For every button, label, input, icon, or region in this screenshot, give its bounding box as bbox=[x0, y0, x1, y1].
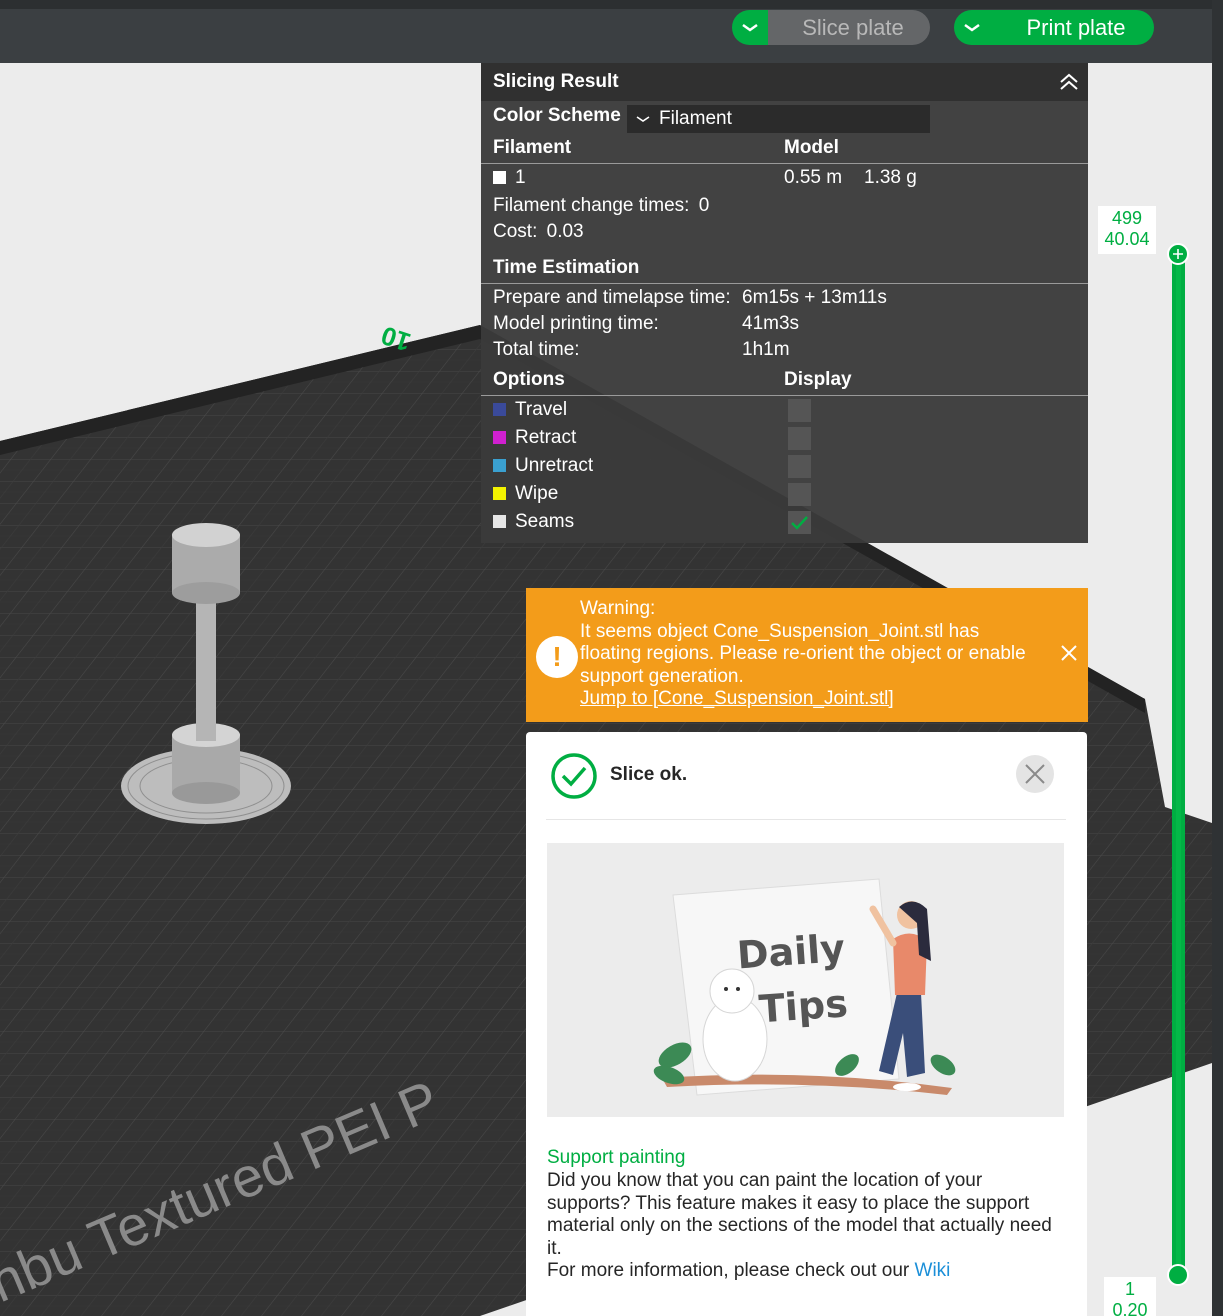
daily-tips-artwork: Daily Tips bbox=[653, 878, 956, 1096]
seams-swatch bbox=[493, 515, 506, 529]
slice-status-title: Slice ok. bbox=[610, 764, 688, 785]
exclamation-icon: ! bbox=[536, 636, 578, 678]
option-seams: Seams bbox=[493, 511, 574, 533]
travel-display-checkbox[interactable] bbox=[788, 399, 811, 422]
color-scheme-label: Color Scheme bbox=[493, 105, 621, 126]
filament-weight: 1.38 g bbox=[864, 167, 917, 188]
jump-to-object-link[interactable]: Jump to [Cone_Suspension_Joint.stl] bbox=[580, 688, 1060, 711]
option-wipe: Wipe bbox=[493, 483, 558, 505]
check-circle-icon bbox=[551, 753, 597, 799]
plus-icon bbox=[1173, 249, 1183, 259]
model-header: Model bbox=[784, 137, 839, 158]
close-button[interactable] bbox=[1016, 755, 1054, 793]
option-label: Travel bbox=[515, 399, 568, 420]
options-header: Options bbox=[493, 369, 565, 390]
divider bbox=[481, 395, 1088, 396]
filament-length: 0.55 m bbox=[784, 167, 843, 188]
tip-description: Did you know that you can paint the loca… bbox=[547, 1170, 1052, 1259]
model-time-value: 41m3s bbox=[742, 313, 800, 334]
change-times-row: Filament change times: 0 bbox=[493, 195, 709, 217]
slice-plate-button[interactable]: Slice plate bbox=[768, 10, 930, 45]
checkmark-icon bbox=[791, 516, 808, 530]
print-plate-button[interactable]: Print plate bbox=[990, 10, 1154, 45]
tip-body: Did you know that you can paint the loca… bbox=[547, 1170, 1067, 1283]
bottom-layer-label: 1 0.20 bbox=[1104, 1277, 1156, 1316]
collapse-icon[interactable] bbox=[1058, 71, 1080, 93]
slice-ok-dialog: Slice ok. Daily Tips Support painting Di… bbox=[526, 732, 1087, 1316]
print-plate-button-group: Print plate bbox=[954, 10, 1154, 45]
floating-regions-warning: ! Warning: It seems object Cone_Suspensi… bbox=[526, 588, 1088, 722]
chevron-down-icon bbox=[636, 116, 650, 122]
warning-text: Warning: It seems object Cone_Suspension… bbox=[580, 598, 1060, 711]
filament-swatch bbox=[493, 171, 506, 185]
model-time-label: Model printing time: bbox=[493, 313, 659, 334]
slice-plate-button-group: Slice plate bbox=[732, 10, 930, 45]
divider bbox=[546, 819, 1066, 820]
change-times-value: 0 bbox=[698, 195, 710, 216]
total-time-label: Total time: bbox=[493, 339, 580, 360]
warning-line: It seems object Cone_Suspension_Joint.st… bbox=[580, 620, 980, 642]
option-label: Seams bbox=[515, 511, 575, 532]
slice-options-dropdown[interactable] bbox=[732, 10, 768, 45]
prepare-time-label: Prepare and timelapse time: bbox=[493, 287, 731, 308]
close-icon[interactable] bbox=[1060, 644, 1078, 662]
prepare-time-value: 6m15s + 13m11s bbox=[742, 287, 887, 308]
wipe-display-checkbox[interactable] bbox=[788, 483, 811, 506]
option-unretract: Unretract bbox=[493, 455, 593, 477]
retract-display-checkbox[interactable] bbox=[788, 427, 811, 450]
retract-swatch bbox=[493, 431, 506, 445]
unretract-display-checkbox[interactable] bbox=[788, 455, 811, 478]
option-travel: Travel bbox=[493, 399, 567, 421]
color-scheme-value: Filament bbox=[659, 108, 732, 129]
filament-id: 1 bbox=[515, 167, 526, 188]
slicing-result-panel: Slicing Result Color Scheme Filament Fil… bbox=[481, 63, 1088, 543]
travel-swatch bbox=[493, 403, 506, 417]
panel-title: Slicing Result bbox=[493, 71, 619, 92]
warning-line: support generation. bbox=[580, 665, 744, 687]
option-label: Unretract bbox=[515, 455, 594, 476]
bottom-layer-height: 0.20 bbox=[1112, 1300, 1148, 1316]
tip-more-text: For more information, please check out o… bbox=[547, 1260, 915, 1281]
time-estimation-title: Time Estimation bbox=[493, 257, 640, 278]
display-header: Display bbox=[784, 369, 852, 390]
unretract-swatch bbox=[493, 459, 506, 473]
change-times-label: Filament change times: bbox=[493, 195, 690, 216]
layer-slider-track[interactable] bbox=[1172, 255, 1185, 1275]
tip-more-info: For more information, please check out o… bbox=[547, 1260, 1067, 1283]
warning-heading: Warning: bbox=[580, 598, 656, 619]
tip-title: Support painting bbox=[547, 1147, 686, 1168]
scrollbar-strip bbox=[1212, 0, 1223, 1316]
top-layer-number: 499 bbox=[1111, 208, 1143, 228]
print-options-dropdown[interactable] bbox=[954, 10, 990, 45]
cost-row: Cost: 0.03 bbox=[493, 221, 584, 243]
wiki-link[interactable]: Wiki bbox=[915, 1260, 951, 1281]
cost-label: Cost: bbox=[493, 221, 538, 242]
slicing-result-header: Slicing Result bbox=[481, 63, 1088, 101]
close-icon bbox=[1025, 764, 1045, 784]
divider bbox=[481, 283, 1088, 284]
chevron-down-icon bbox=[742, 23, 758, 32]
bottom-layer-number: 1 bbox=[1124, 1279, 1135, 1299]
option-label: Wipe bbox=[515, 483, 559, 504]
divider bbox=[481, 163, 1088, 164]
top-layer-height: 40.04 bbox=[1104, 229, 1150, 249]
top-layer-label: 499 40.04 bbox=[1098, 206, 1156, 254]
chevron-down-icon bbox=[964, 23, 980, 32]
color-scheme-select[interactable]: Filament bbox=[627, 105, 930, 133]
tip-image-text: Daily bbox=[736, 926, 847, 977]
option-label: Retract bbox=[515, 427, 577, 448]
cost-value: 0.03 bbox=[546, 221, 584, 242]
wipe-swatch bbox=[493, 487, 506, 501]
bottom-layer-handle[interactable] bbox=[1167, 1264, 1189, 1286]
filament-header: Filament bbox=[493, 137, 572, 158]
total-time-value: 1h1m bbox=[742, 339, 790, 360]
option-retract: Retract bbox=[493, 427, 576, 449]
warning-line: floating regions. Please re-orient the o… bbox=[580, 643, 1026, 664]
filament-row: 1 bbox=[493, 167, 526, 189]
top-layer-handle[interactable] bbox=[1167, 243, 1189, 265]
tip-image-text: Tips bbox=[758, 981, 850, 1031]
daily-tips-illustration: Daily Tips bbox=[547, 843, 1064, 1117]
seams-display-checkbox[interactable] bbox=[788, 511, 811, 534]
